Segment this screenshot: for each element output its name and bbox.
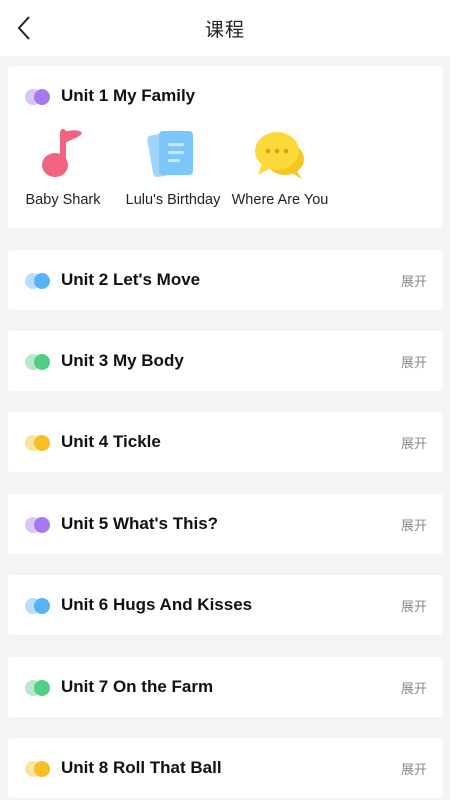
unit-header-1[interactable]: Unit 1 My Family [8,66,443,126]
unit-color-dots [25,351,55,371]
color-dot [34,354,50,370]
unit-card-5: Unit 5 What's This? 展开 [8,494,443,554]
unit-card-6: Unit 6 Hugs And Kisses 展开 [8,575,443,635]
chevron-left-icon [17,16,30,40]
unit-color-dots [25,86,55,106]
lesson-baby-shark[interactable]: Baby Shark [8,124,118,224]
lesson-label: Lulu's Birthday [125,192,221,208]
lesson-label: Where Are You [231,192,329,208]
lesson-lulus-birthday[interactable]: Lulu's Birthday [118,124,228,224]
color-dot [34,680,50,696]
lesson-label: Baby Shark [25,192,101,208]
unit-header-8[interactable]: Unit 8 Roll That Ball 展开 [8,738,443,798]
unit-title: Unit 3 My Body [61,351,184,370]
color-dot [34,273,50,289]
page-title: 课程 [204,18,245,41]
color-dot [34,89,50,105]
unit-card-8: Unit 8 Roll That Ball 展开 [8,738,443,798]
expand-button[interactable]: 展开 [401,515,427,534]
unit-title: Unit 4 Tickle [61,432,161,451]
color-dot [34,761,50,777]
unit-header-5[interactable]: Unit 5 What's This? 展开 [8,494,443,554]
unit-header-7[interactable]: Unit 7 On the Farm 展开 [8,657,443,717]
unit-card-1: Unit 1 My Family Baby Shark Lulu's Birth… [8,66,443,228]
top-bar: 课程 [0,0,450,56]
back-button[interactable] [10,14,38,42]
unit-title: Unit 2 Let's Move [61,270,201,289]
expand-button[interactable]: 展开 [401,271,427,290]
expand-button[interactable]: 展开 [401,352,427,371]
unit-color-dots [25,432,55,452]
unit-color-dots [25,758,55,778]
document-icon [147,131,193,177]
color-dot [34,435,50,451]
music-note-icon [42,129,82,177]
expand-button[interactable]: 展开 [401,759,427,778]
unit-color-dots [25,514,55,534]
expand-button[interactable]: 展开 [401,678,427,697]
unit-header-4[interactable]: Unit 4 Tickle 展开 [8,412,443,472]
unit-header-2[interactable]: Unit 2 Let's Move 展开 [8,250,443,310]
unit-title: Unit 5 What's This? [61,514,219,533]
unit-title: Unit 7 On the Farm [61,677,214,696]
unit-card-7: Unit 7 On the Farm 展开 [8,657,443,717]
color-dot [34,517,50,533]
unit-card-4: Unit 4 Tickle 展开 [8,412,443,472]
lesson-where-are-you[interactable]: Where Are You [225,124,335,224]
color-dot [34,598,50,614]
unit-header-6[interactable]: Unit 6 Hugs And Kisses 展开 [8,575,443,635]
chat-bubble-icon [255,132,304,179]
unit-card-3: Unit 3 My Body 展开 [8,331,443,391]
unit-title: Unit 8 Roll That Ball [61,758,222,777]
unit-title: Unit 6 Hugs And Kisses [61,595,253,614]
unit-card-2: Unit 2 Let's Move 展开 [8,250,443,310]
unit-color-dots [25,270,55,290]
unit-title: Unit 1 My Family [61,86,196,105]
unit-header-3[interactable]: Unit 3 My Body 展开 [8,331,443,391]
expand-button[interactable]: 展开 [401,433,427,452]
unit-color-dots [25,677,55,697]
expand-button[interactable]: 展开 [401,596,427,615]
unit-color-dots [25,595,55,615]
lesson-list: Baby Shark Lulu's Birthday Where Are You [8,124,443,224]
